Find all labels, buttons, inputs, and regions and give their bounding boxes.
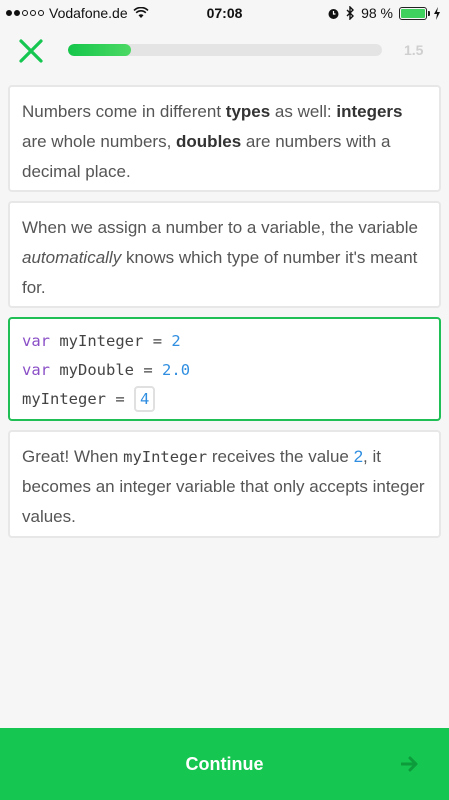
battery-icon [399, 6, 430, 20]
term-types: types [225, 102, 271, 121]
explanation-card-types: Numbers come in different types as well:… [8, 85, 441, 192]
status-left: Vodafone.de [6, 5, 149, 21]
lesson-header: 1.5 [0, 34, 449, 68]
lesson-progress-fill [68, 44, 131, 56]
battery-fill [401, 8, 425, 18]
answer-slot[interactable]: 4 [134, 386, 156, 412]
inline-value: 2 [353, 447, 364, 466]
continue-label: Continue [185, 753, 264, 774]
alarm-icon [328, 8, 339, 19]
charging-icon [434, 6, 440, 20]
feedback-card: Great! When myInteger receives the value… [8, 430, 441, 538]
code-line-2: var myDouble = 2.0 [22, 361, 191, 379]
status-bar: Vodafone.de 07:08 98 % [0, 0, 449, 26]
signal-icon [6, 10, 44, 16]
arrow-right-icon [401, 756, 418, 772]
code-line-1: var myInteger = 2 [22, 332, 181, 350]
code-line-3: myInteger = 4 [22, 385, 427, 414]
inline-code-myInteger: myInteger [123, 448, 208, 466]
wifi-icon [133, 7, 149, 18]
bluetooth-icon [346, 6, 355, 20]
status-right: 98 % [327, 5, 441, 21]
term-integers: integers [336, 102, 403, 121]
battery-percent: 98 % [361, 5, 393, 21]
lesson-progress-bar [68, 44, 382, 56]
carrier-name: Vodafone.de [49, 5, 128, 21]
code-snippet-card: var myInteger = 2 var myDouble = 2.0 myI… [8, 317, 441, 421]
continue-button[interactable]: Continue [0, 728, 449, 800]
lesson-number: 1.5 [404, 42, 424, 58]
explanation-card-assign: When we assign a number to a variable, t… [8, 201, 441, 308]
term-automatically: automatically [22, 248, 122, 267]
term-doubles: doubles [176, 132, 242, 151]
close-icon[interactable] [18, 38, 44, 64]
